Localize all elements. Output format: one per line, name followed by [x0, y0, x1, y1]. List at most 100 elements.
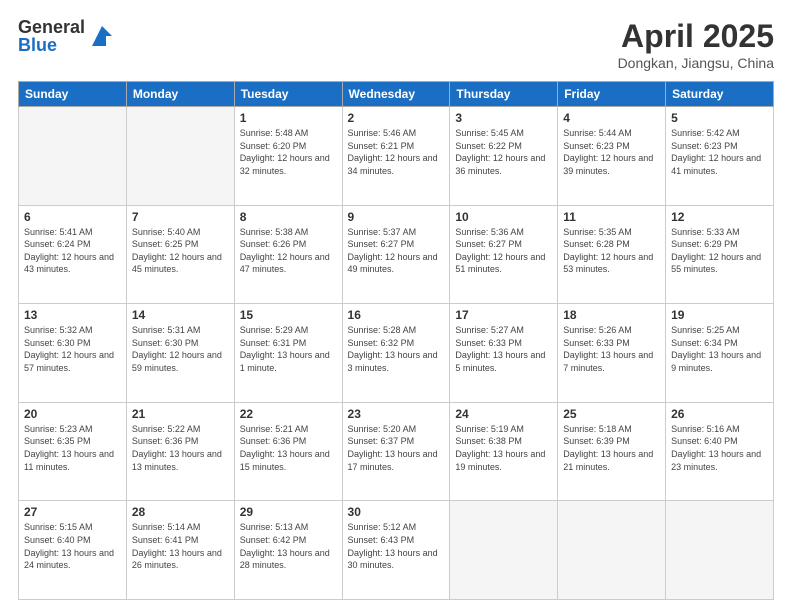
- table-row: 13 Sunrise: 5:32 AM Sunset: 6:30 PM Dayli…: [19, 304, 127, 403]
- day-number: 16: [348, 308, 445, 322]
- day-number: 23: [348, 407, 445, 421]
- day-number: 6: [24, 210, 121, 224]
- day-number: 15: [240, 308, 337, 322]
- location-subtitle: Dongkan, Jiangsu, China: [618, 55, 774, 71]
- table-row: 1Sunrise: 5:48 AM Sunset: 6:20 PM Daylig…: [234, 107, 342, 206]
- table-row: 19 Sunrise: 5:25 AM Sunset: 6:34 PM Dayli…: [666, 304, 774, 403]
- table-row: 21 Sunrise: 5:22 AM Sunset: 6:36 PM Dayli…: [126, 402, 234, 501]
- table-row: 29 Sunrise: 5:13 AM Sunset: 6:42 PM Dayli…: [234, 501, 342, 600]
- day-number: 25: [563, 407, 660, 421]
- day-number: 11: [563, 210, 660, 224]
- day-number: 19: [671, 308, 768, 322]
- day-number: 9: [348, 210, 445, 224]
- month-year-title: April 2025: [618, 18, 774, 55]
- logo: General Blue: [18, 18, 116, 54]
- table-row: 5Sunrise: 5:42 AM Sunset: 6:23 PM Daylig…: [666, 107, 774, 206]
- col-thursday: Thursday: [450, 82, 558, 107]
- day-info: Sunrise: 5:29 AM Sunset: 6:31 PM Dayligh…: [240, 324, 337, 374]
- table-row: 9 Sunrise: 5:37 AM Sunset: 6:27 PM Daylig…: [342, 205, 450, 304]
- day-number: 18: [563, 308, 660, 322]
- table-row: 3 Sunrise: 5:45 AM Sunset: 6:22 PM Daylig…: [450, 107, 558, 206]
- day-info: Sunrise: 5:12 AM Sunset: 6:43 PM Dayligh…: [348, 521, 445, 571]
- calendar-week-row: 13 Sunrise: 5:32 AM Sunset: 6:30 PM Dayli…: [19, 304, 774, 403]
- table-row: 11 Sunrise: 5:35 AM Sunset: 6:28 PM Dayli…: [558, 205, 666, 304]
- table-row: 23 Sunrise: 5:20 AM Sunset: 6:37 PM Dayli…: [342, 402, 450, 501]
- day-number: 2: [348, 111, 445, 125]
- table-row: 30 Sunrise: 5:12 AM Sunset: 6:43 PM Dayli…: [342, 501, 450, 600]
- day-info: Sunrise: 5:46 AM Sunset: 6:21 PM Dayligh…: [348, 127, 445, 177]
- calendar-header-row: Sunday Monday Tuesday Wednesday Thursday…: [19, 82, 774, 107]
- day-info: Sunrise: 5:38 AM Sunset: 6:26 PM Dayligh…: [240, 226, 337, 276]
- table-row: [450, 501, 558, 600]
- table-row: 12 Sunrise: 5:33 AM Sunset: 6:29 PM Dayli…: [666, 205, 774, 304]
- day-number: 14: [132, 308, 229, 322]
- table-row: 25Sunrise: 5:18 AM Sunset: 6:39 PM Dayli…: [558, 402, 666, 501]
- day-number: 24: [455, 407, 552, 421]
- day-number: 20: [24, 407, 121, 421]
- day-info: Sunrise: 5:13 AM Sunset: 6:42 PM Dayligh…: [240, 521, 337, 571]
- day-info: Sunrise: 5:31 AM Sunset: 6:30 PM Dayligh…: [132, 324, 229, 374]
- col-sunday: Sunday: [19, 82, 127, 107]
- calendar-week-row: 20 Sunrise: 5:23 AM Sunset: 6:35 PM Dayli…: [19, 402, 774, 501]
- table-row: 24Sunrise: 5:19 AM Sunset: 6:38 PM Dayli…: [450, 402, 558, 501]
- title-block: April 2025 Dongkan, Jiangsu, China: [618, 18, 774, 71]
- logo-icon: [88, 22, 116, 50]
- day-number: 4: [563, 111, 660, 125]
- calendar-week-row: 1Sunrise: 5:48 AM Sunset: 6:20 PM Daylig…: [19, 107, 774, 206]
- day-number: 12: [671, 210, 768, 224]
- table-row: [558, 501, 666, 600]
- table-row: 4Sunrise: 5:44 AM Sunset: 6:23 PM Daylig…: [558, 107, 666, 206]
- day-number: 28: [132, 505, 229, 519]
- day-info: Sunrise: 5:26 AM Sunset: 6:33 PM Dayligh…: [563, 324, 660, 374]
- day-info: Sunrise: 5:20 AM Sunset: 6:37 PM Dayligh…: [348, 423, 445, 473]
- day-info: Sunrise: 5:37 AM Sunset: 6:27 PM Dayligh…: [348, 226, 445, 276]
- col-saturday: Saturday: [666, 82, 774, 107]
- table-row: [666, 501, 774, 600]
- table-row: 22 Sunrise: 5:21 AM Sunset: 6:36 PM Dayli…: [234, 402, 342, 501]
- calendar-week-row: 27Sunrise: 5:15 AM Sunset: 6:40 PM Dayli…: [19, 501, 774, 600]
- table-row: [19, 107, 127, 206]
- logo-blue: Blue: [18, 36, 85, 54]
- day-info: Sunrise: 5:23 AM Sunset: 6:35 PM Dayligh…: [24, 423, 121, 473]
- day-number: 13: [24, 308, 121, 322]
- day-info: Sunrise: 5:25 AM Sunset: 6:34 PM Dayligh…: [671, 324, 768, 374]
- col-tuesday: Tuesday: [234, 82, 342, 107]
- table-row: 7 Sunrise: 5:40 AM Sunset: 6:25 PM Daylig…: [126, 205, 234, 304]
- table-row: 6 Sunrise: 5:41 AM Sunset: 6:24 PM Daylig…: [19, 205, 127, 304]
- table-row: 8 Sunrise: 5:38 AM Sunset: 6:26 PM Daylig…: [234, 205, 342, 304]
- day-info: Sunrise: 5:32 AM Sunset: 6:30 PM Dayligh…: [24, 324, 121, 374]
- day-info: Sunrise: 5:40 AM Sunset: 6:25 PM Dayligh…: [132, 226, 229, 276]
- calendar-week-row: 6 Sunrise: 5:41 AM Sunset: 6:24 PM Daylig…: [19, 205, 774, 304]
- day-info: Sunrise: 5:36 AM Sunset: 6:27 PM Dayligh…: [455, 226, 552, 276]
- day-info: Sunrise: 5:48 AM Sunset: 6:20 PM Dayligh…: [240, 127, 337, 177]
- table-row: 27Sunrise: 5:15 AM Sunset: 6:40 PM Dayli…: [19, 501, 127, 600]
- day-number: 29: [240, 505, 337, 519]
- table-row: 16 Sunrise: 5:28 AM Sunset: 6:32 PM Dayli…: [342, 304, 450, 403]
- day-info: Sunrise: 5:27 AM Sunset: 6:33 PM Dayligh…: [455, 324, 552, 374]
- table-row: 20 Sunrise: 5:23 AM Sunset: 6:35 PM Dayli…: [19, 402, 127, 501]
- day-number: 7: [132, 210, 229, 224]
- day-info: Sunrise: 5:22 AM Sunset: 6:36 PM Dayligh…: [132, 423, 229, 473]
- day-number: 8: [240, 210, 337, 224]
- day-info: Sunrise: 5:28 AM Sunset: 6:32 PM Dayligh…: [348, 324, 445, 374]
- day-info: Sunrise: 5:21 AM Sunset: 6:36 PM Dayligh…: [240, 423, 337, 473]
- header: General Blue April 2025 Dongkan, Jiangsu…: [18, 18, 774, 71]
- day-info: Sunrise: 5:41 AM Sunset: 6:24 PM Dayligh…: [24, 226, 121, 276]
- day-number: 17: [455, 308, 552, 322]
- table-row: 26Sunrise: 5:16 AM Sunset: 6:40 PM Dayli…: [666, 402, 774, 501]
- col-monday: Monday: [126, 82, 234, 107]
- day-info: Sunrise: 5:35 AM Sunset: 6:28 PM Dayligh…: [563, 226, 660, 276]
- table-row: 17 Sunrise: 5:27 AM Sunset: 6:33 PM Dayli…: [450, 304, 558, 403]
- day-info: Sunrise: 5:15 AM Sunset: 6:40 PM Dayligh…: [24, 521, 121, 571]
- day-number: 21: [132, 407, 229, 421]
- day-info: Sunrise: 5:45 AM Sunset: 6:22 PM Dayligh…: [455, 127, 552, 177]
- day-info: Sunrise: 5:16 AM Sunset: 6:40 PM Dayligh…: [671, 423, 768, 473]
- table-row: 14 Sunrise: 5:31 AM Sunset: 6:30 PM Dayli…: [126, 304, 234, 403]
- day-number: 30: [348, 505, 445, 519]
- day-info: Sunrise: 5:33 AM Sunset: 6:29 PM Dayligh…: [671, 226, 768, 276]
- day-number: 5: [671, 111, 768, 125]
- day-number: 3: [455, 111, 552, 125]
- col-wednesday: Wednesday: [342, 82, 450, 107]
- day-number: 22: [240, 407, 337, 421]
- day-number: 10: [455, 210, 552, 224]
